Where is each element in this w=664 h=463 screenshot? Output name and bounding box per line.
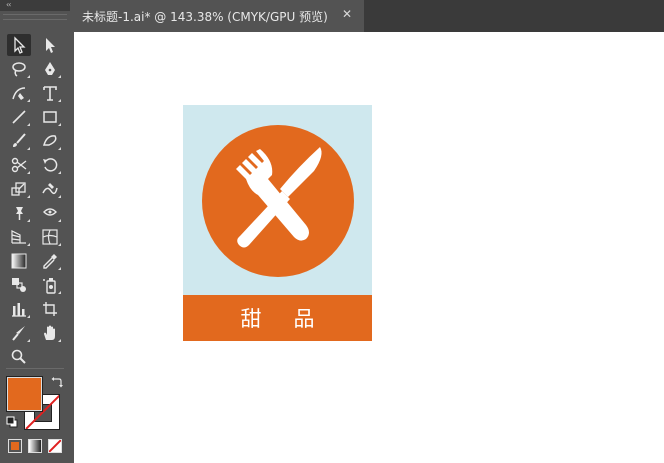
artwork-label: 甜品 bbox=[240, 307, 347, 331]
hand-icon bbox=[44, 325, 55, 340]
none-icon bbox=[49, 440, 61, 452]
shaper-tool[interactable] bbox=[38, 130, 62, 152]
document-tab-title: 未标题-1.ai* @ 143.38% (CMYK/GPU 预览) bbox=[82, 10, 328, 24]
default-fill-stroke-icon[interactable] bbox=[6, 416, 18, 428]
blend-tool[interactable] bbox=[7, 274, 31, 296]
gradient-tool[interactable] bbox=[7, 250, 31, 272]
color-icon bbox=[11, 442, 19, 450]
eyedropper-tool[interactable] bbox=[38, 250, 62, 272]
swap-fill-stroke-icon[interactable] bbox=[51, 376, 63, 388]
perspective-grid-icon bbox=[11, 230, 26, 244]
lasso-icon bbox=[12, 62, 26, 77]
mesh-tool[interactable] bbox=[38, 226, 62, 248]
warp-tool[interactable] bbox=[38, 178, 62, 200]
fill-swatch[interactable] bbox=[6, 376, 43, 412]
slice-knife-icon bbox=[12, 326, 25, 341]
shaper-icon bbox=[42, 135, 57, 146]
symbol-sprayer-tool[interactable] bbox=[38, 274, 62, 296]
magnifier-icon bbox=[11, 349, 26, 364]
column-graph-tool[interactable] bbox=[7, 298, 31, 320]
tools-panel: ‹‹ bbox=[0, 0, 70, 463]
curvature-pen-icon bbox=[12, 87, 26, 100]
symbol-sprayer-icon bbox=[43, 278, 56, 294]
slice-tool[interactable] bbox=[7, 322, 31, 344]
puppet-warp-tool[interactable] bbox=[7, 202, 31, 224]
type-t-icon bbox=[43, 86, 57, 101]
paintbrush-icon bbox=[13, 133, 26, 147]
artboard[interactable]: 甜品 bbox=[183, 105, 372, 341]
tools-divider bbox=[6, 368, 64, 369]
scissors-icon bbox=[11, 157, 27, 173]
line-segment-tool[interactable] bbox=[7, 106, 31, 128]
rectangle-tool[interactable] bbox=[38, 106, 62, 128]
collapse-panel-icon[interactable]: ‹‹ bbox=[6, 0, 12, 10]
plate-circle[interactable] bbox=[202, 125, 354, 277]
perspective-grid-tool[interactable] bbox=[7, 226, 31, 248]
gradient-mode-button[interactable] bbox=[28, 439, 42, 453]
curvature-tool[interactable] bbox=[7, 82, 31, 104]
pen-icon bbox=[45, 62, 55, 75]
tools-panel-header[interactable]: ‹‹ bbox=[0, 0, 70, 11]
close-tab-icon[interactable]: ✕ bbox=[342, 7, 352, 21]
selection-tool[interactable] bbox=[7, 34, 31, 56]
rectangle-icon bbox=[43, 111, 57, 123]
free-transform-tool[interactable] bbox=[38, 202, 62, 224]
free-transform-icon bbox=[43, 208, 57, 216]
artboard-icon bbox=[43, 302, 57, 316]
panel-grip[interactable] bbox=[3, 14, 67, 20]
document-tab[interactable]: 未标题-1.ai* @ 143.38% (CMYK/GPU 预览) ✕ bbox=[74, 0, 364, 32]
fork-and-knife-icon[interactable] bbox=[202, 125, 354, 277]
pin-icon bbox=[16, 207, 23, 220]
paintbrush-tool[interactable] bbox=[7, 130, 31, 152]
direct-selection-arrow-icon bbox=[46, 38, 55, 53]
document-tab-bar: 未标题-1.ai* @ 143.38% (CMYK/GPU 预览) ✕ bbox=[74, 0, 664, 32]
magic-wand-tool[interactable] bbox=[7, 58, 31, 80]
column-graph-icon bbox=[12, 303, 26, 317]
scale-tool[interactable] bbox=[7, 178, 31, 200]
selection-arrow-icon bbox=[14, 36, 26, 54]
type-tool[interactable] bbox=[38, 82, 62, 104]
scissors-tool[interactable] bbox=[7, 154, 31, 176]
warp-icon bbox=[42, 183, 58, 195]
rotate-icon bbox=[43, 158, 58, 172]
direct-selection-tool[interactable] bbox=[38, 34, 62, 56]
color-mode-button[interactable] bbox=[8, 439, 22, 453]
zoom-tool[interactable] bbox=[7, 346, 31, 368]
hand-tool[interactable] bbox=[38, 322, 62, 344]
none-mode-button[interactable] bbox=[48, 439, 62, 453]
artboard-tool[interactable] bbox=[38, 298, 62, 320]
canvas[interactable]: 甜品 bbox=[74, 32, 664, 463]
pen-tool[interactable] bbox=[38, 58, 62, 80]
rotate-tool[interactable] bbox=[38, 154, 62, 176]
line-icon bbox=[12, 110, 26, 124]
blend-icon bbox=[12, 278, 26, 292]
mesh-icon bbox=[42, 229, 58, 245]
eyedropper-icon bbox=[43, 254, 57, 269]
scale-icon bbox=[11, 182, 26, 196]
label-bar[interactable]: 甜品 bbox=[183, 295, 372, 341]
gradient-icon bbox=[11, 253, 27, 269]
